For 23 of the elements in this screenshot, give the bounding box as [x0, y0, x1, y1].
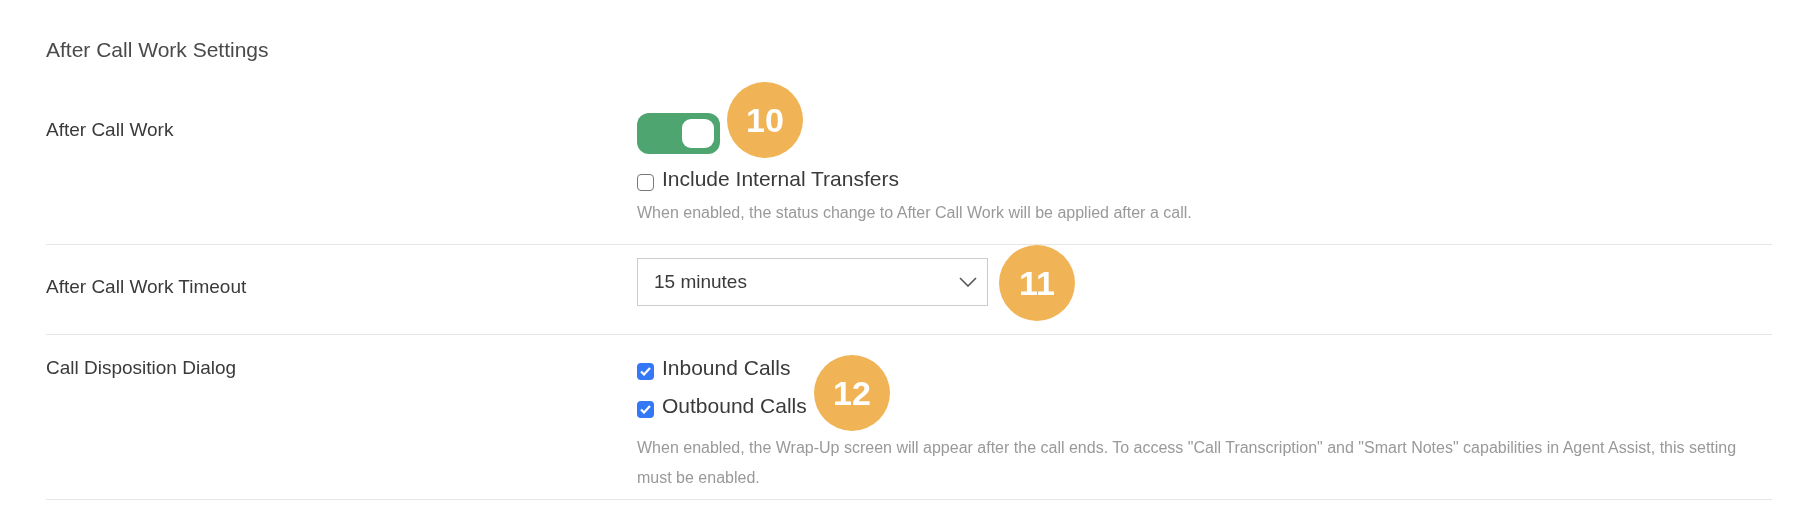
help-text: When enabled, the Wrap-Up screen will appear after the call ends. To access "Call Transcription" and "Smart Notes" capabilities in Agent Assist, this setting must be enabled. — [637, 438, 1738, 488]
option-label: Include Internal Transfers — [662, 167, 899, 191]
checkbox[interactable] — [637, 362, 654, 380]
option-label: Outbound Calls — [662, 394, 807, 418]
setting-label: After Call Work — [46, 119, 174, 141]
checkbox-option[interactable]: Outbound Calls — [637, 387, 807, 425]
section-title: After Call Work Settings — [46, 38, 270, 63]
checkbox[interactable] — [637, 173, 654, 191]
chevron-down-icon — [959, 277, 977, 287]
checkmark-icon — [640, 404, 651, 414]
help-text: When enabled, the status change to After Call Work will be applied after a call. — [637, 203, 1192, 223]
checkbox-option[interactable]: Inbound Calls — [637, 349, 791, 387]
option-label: Inbound Calls — [662, 356, 791, 380]
timeout-select[interactable]: 15 minutes — [637, 258, 988, 306]
setting-label: After Call Work Timeout — [46, 276, 247, 298]
step-number-badge: 11 — [999, 245, 1075, 321]
step-number-badge: 12 — [814, 355, 890, 431]
checkmark-icon — [640, 366, 651, 376]
toggle-switch[interactable] — [637, 113, 720, 154]
checkbox[interactable] — [637, 400, 654, 418]
step-number-badge: 10 — [727, 82, 803, 158]
setting-label: Call Disposition Dialog — [46, 357, 237, 379]
checkbox-option[interactable]: Include Internal Transfers — [637, 160, 899, 198]
